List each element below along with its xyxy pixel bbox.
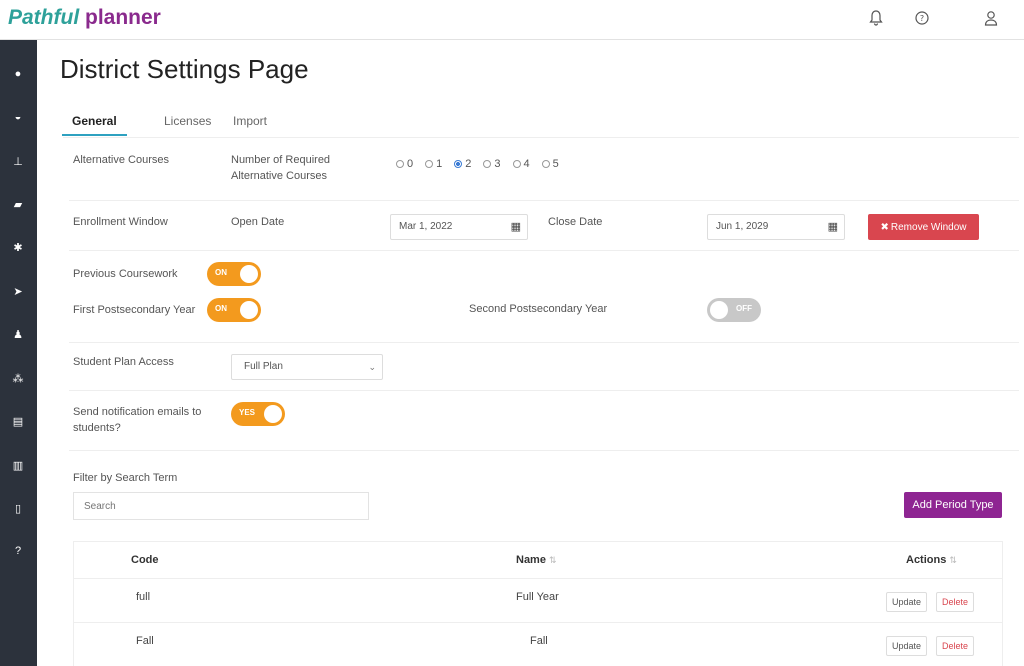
update-button[interactable]: Update xyxy=(886,636,928,656)
top-bar: Pathful planner ? xyxy=(0,0,1024,40)
radio-option-5[interactable]: 5 xyxy=(541,158,559,170)
add-period-type-button[interactable]: Add Period Type xyxy=(904,492,1002,518)
gauge-icon[interactable]: ◒ xyxy=(9,108,27,126)
tab-import[interactable]: Import xyxy=(223,112,277,136)
table-row: Fall Fall Update Delete xyxy=(74,622,1002,666)
num-required-label: Number of Required Alternative Courses xyxy=(231,154,331,182)
sitemap-icon[interactable]: ⊥ xyxy=(9,152,27,170)
divider xyxy=(69,250,1019,251)
question-icon[interactable]: ? xyxy=(9,542,27,560)
header-label: Code xyxy=(131,554,159,566)
search-input[interactable] xyxy=(73,492,369,520)
radio-label: 3 xyxy=(494,158,501,170)
first-postsecondary-toggle[interactable]: ON xyxy=(207,298,261,322)
alt-courses-label: Alternative Courses xyxy=(73,154,169,166)
previous-coursework-label: Previous Coursework xyxy=(73,268,178,280)
column-header-code[interactable]: Code xyxy=(131,554,159,566)
send-notification-toggle[interactable]: YES xyxy=(231,402,285,426)
cell-name: Fall xyxy=(530,635,548,647)
book-icon[interactable]: ▥ xyxy=(9,456,27,474)
toggle-state: YES xyxy=(239,408,256,417)
location-arrow-icon[interactable]: ➤ xyxy=(9,282,27,300)
tab-general[interactable]: General xyxy=(62,112,127,136)
user-icon[interactable] xyxy=(981,8,1001,28)
delete-button[interactable]: Delete xyxy=(936,636,975,656)
sort-icon: ⇅ xyxy=(548,555,557,565)
map-icon[interactable]: ▯ xyxy=(9,499,27,517)
radio-option-3[interactable]: 3 xyxy=(483,158,501,170)
column-header-actions[interactable]: Actions ⇅ xyxy=(906,554,957,566)
divider xyxy=(69,450,1019,451)
student-plan-access-select[interactable]: Full Plan ⌄ xyxy=(231,354,383,380)
header-label: Actions xyxy=(906,554,947,566)
toggle-state: ON xyxy=(215,268,227,277)
radio-label: 2 xyxy=(465,158,472,170)
second-postsecondary-toggle[interactable]: OFF xyxy=(707,298,761,322)
dashboard-icon[interactable]: ● xyxy=(9,65,27,83)
divider xyxy=(69,390,1019,391)
calendar-icon[interactable]: ▦ xyxy=(828,215,838,239)
sort-icon: ⇅ xyxy=(949,555,957,565)
svg-text:?: ? xyxy=(920,14,924,23)
radio-label: 1 xyxy=(436,158,443,170)
radio-label: 0 xyxy=(407,158,414,170)
tab-licenses[interactable]: Licenses xyxy=(154,112,221,136)
tab-divider xyxy=(63,137,1019,138)
page-title: District Settings Page xyxy=(60,54,309,84)
remove-window-label: Remove Window xyxy=(890,221,967,233)
close-icon: ✖ xyxy=(880,221,889,233)
close-date-label: Close Date xyxy=(548,216,603,228)
logo-part-2: planner xyxy=(79,6,161,29)
first-postsecondary-label: First Postsecondary Year xyxy=(73,304,196,316)
toggle-state: OFF xyxy=(736,304,752,313)
gear-icon[interactable]: ✱ xyxy=(9,238,27,256)
delete-button[interactable]: Delete xyxy=(936,592,975,612)
group-icon[interactable]: ⁂ xyxy=(9,369,27,387)
close-date-input[interactable]: Jun 1, 2029 ▦ xyxy=(707,214,845,240)
table-icon[interactable]: ▤ xyxy=(9,412,27,430)
divider xyxy=(69,200,1019,201)
sidebar: ● ◒ ⊥ ▰ ✱ ➤ ♟ ⁂ ▤ ▥ ▯ ? xyxy=(0,40,37,666)
cell-code: Fall xyxy=(136,635,154,647)
filter-label: Filter by Search Term xyxy=(73,472,178,484)
remove-window-button[interactable]: ✖ Remove Window xyxy=(868,214,979,240)
radio-option-1[interactable]: 1 xyxy=(425,158,442,170)
logo-part-1: Pathful xyxy=(8,6,80,29)
radio-option-4[interactable]: 4 xyxy=(512,158,530,170)
radio-label: 5 xyxy=(552,158,559,170)
student-plan-access-label: Student Plan Access xyxy=(73,356,174,368)
cell-name: Full Year xyxy=(516,591,559,603)
open-date-label: Open Date xyxy=(231,216,285,228)
table-row: full Full Year Update Delete xyxy=(74,578,1002,622)
main-content: District Settings Page General Licenses … xyxy=(37,40,1024,666)
help-icon[interactable]: ? xyxy=(912,8,932,28)
update-button[interactable]: Update xyxy=(886,592,928,612)
header-label: Name xyxy=(516,554,546,566)
send-notification-label: Send notification emails to students? xyxy=(73,406,202,434)
folder-icon[interactable]: ▰ xyxy=(9,195,27,213)
app-logo[interactable]: Pathful planner xyxy=(8,6,161,30)
cell-code: full xyxy=(136,591,151,603)
open-date-input[interactable]: Mar 1, 2022 ▦ xyxy=(390,214,528,240)
close-date-value: Jun 1, 2029 xyxy=(716,221,769,232)
calendar-icon[interactable]: ▦ xyxy=(511,215,521,239)
toggle-state: ON xyxy=(215,304,227,313)
open-date-value: Mar 1, 2022 xyxy=(399,221,453,232)
previous-coursework-toggle[interactable]: ON xyxy=(207,262,261,286)
person-icon[interactable]: ♟ xyxy=(9,325,27,343)
enrollment-window-label: Enrollment Window xyxy=(73,216,168,228)
bell-icon[interactable] xyxy=(866,8,886,28)
radio-label: 4 xyxy=(523,158,530,170)
radio-option-2[interactable]: 2 xyxy=(454,158,471,170)
column-header-name[interactable]: Name ⇅ xyxy=(516,554,557,566)
required-alt-courses-radio-group: 0 1 2 3 4 5 xyxy=(396,158,559,170)
period-type-table: Code Name ⇅ Actions ⇅ full Full Year Updat… xyxy=(73,541,1003,666)
second-postsecondary-label: Second Postsecondary Year xyxy=(469,303,608,315)
divider xyxy=(69,342,1019,343)
chevron-down-icon: ⌄ xyxy=(368,362,376,372)
selected-value: Full Plan xyxy=(244,361,283,372)
radio-option-0[interactable]: 0 xyxy=(396,158,413,170)
